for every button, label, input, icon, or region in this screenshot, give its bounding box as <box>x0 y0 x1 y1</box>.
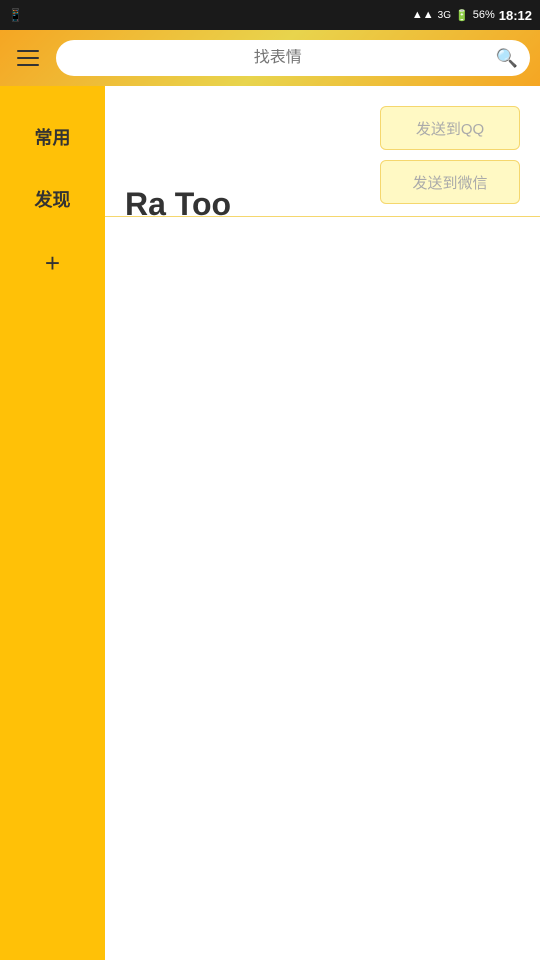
menu-line-2 <box>17 57 39 59</box>
status-right-icons: ▲▲ 3G 🔋 56% 18:12 <box>412 8 532 23</box>
menu-line-3 <box>17 64 39 66</box>
status-left-icons: 📱 <box>8 8 23 22</box>
search-bar: 🔍 <box>56 40 530 76</box>
sidebar-discover-label: 发现 <box>35 190 71 210</box>
send-wechat-label: 发送到微信 <box>412 172 487 193</box>
menu-button[interactable] <box>10 40 46 76</box>
sticker-preview: Ra Too <box>125 186 231 223</box>
search-input[interactable] <box>68 49 488 67</box>
action-buttons: 发送到QQ 发送到微信 <box>380 106 520 204</box>
send-wechat-button[interactable]: 发送到微信 <box>380 160 520 204</box>
network-icon: 3G <box>438 10 451 21</box>
battery-icon: 🔋 <box>455 9 469 22</box>
sidebar: 常用 发现 + <box>0 86 105 960</box>
send-qq-label: 发送到QQ <box>416 118 484 139</box>
status-time: 18:12 <box>499 8 532 23</box>
battery-level: 56% <box>473 9 495 21</box>
content-area: Ra Too 发送到QQ 发送到微信 <box>105 86 540 960</box>
status-bar: 📱 ▲▲ 3G 🔋 56% 18:12 <box>0 0 540 30</box>
header: 🔍 <box>0 30 540 86</box>
menu-line-1 <box>17 50 39 52</box>
sidebar-common-label: 常用 <box>35 128 71 148</box>
search-icon[interactable]: 🔍 <box>496 48 518 69</box>
main-layout: 常用 发现 + Ra Too 发送到QQ 发送到微信 <box>0 86 540 960</box>
wifi-icon: ▲▲ <box>412 9 434 21</box>
sidebar-item-common[interactable]: 常用 <box>0 106 105 168</box>
phone-icon: 📱 <box>8 8 23 22</box>
add-icon: + <box>45 248 60 278</box>
sidebar-item-discover[interactable]: 发现 <box>0 168 105 230</box>
content-divider <box>105 216 540 217</box>
sticker-text: Ra Too <box>125 186 231 223</box>
sidebar-add-button[interactable]: + <box>0 230 105 297</box>
send-qq-button[interactable]: 发送到QQ <box>380 106 520 150</box>
